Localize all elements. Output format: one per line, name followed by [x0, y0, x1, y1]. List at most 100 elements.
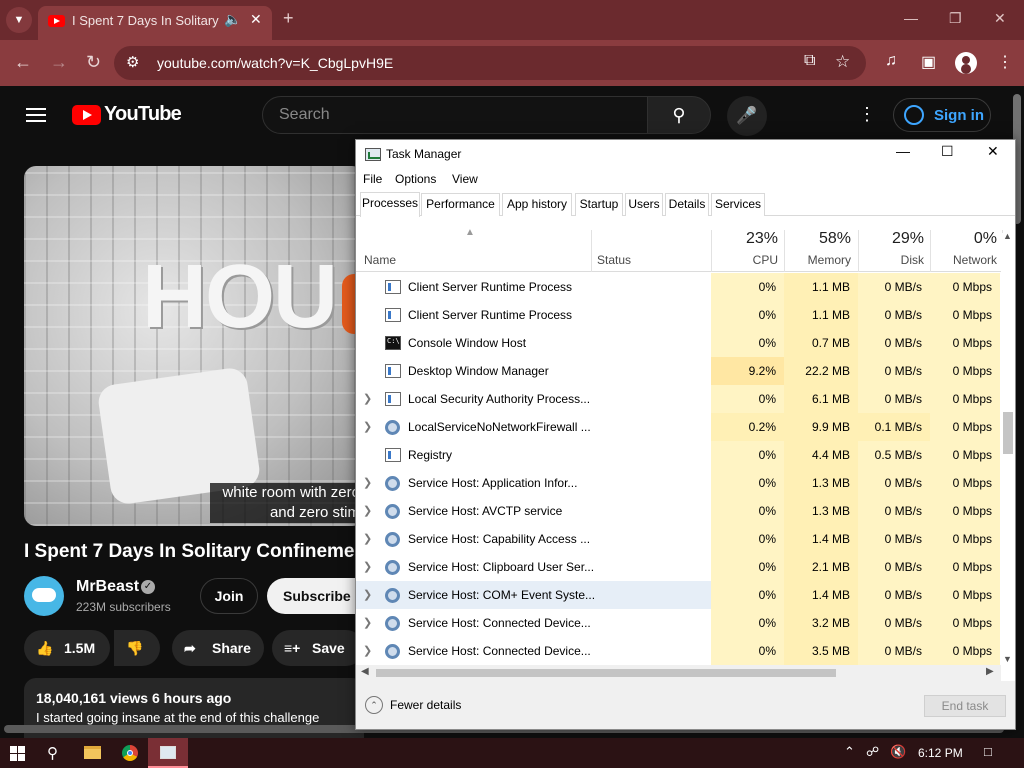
- tab-services[interactable]: Services: [711, 193, 765, 216]
- menu-options[interactable]: Options: [395, 172, 436, 186]
- expand-chevron-icon[interactable]: ❯: [363, 588, 372, 601]
- col-cpu-header[interactable]: CPU: [712, 253, 778, 267]
- hscrollbar-thumb[interactable]: [376, 669, 836, 677]
- profile-avatar-icon[interactable]: [955, 52, 977, 74]
- tab-details[interactable]: Details: [665, 193, 709, 216]
- chrome-menu-icon[interactable]: ⋮: [997, 52, 1013, 72]
- side-panel-icon[interactable]: ▣: [921, 52, 936, 72]
- expand-chevron-icon[interactable]: ❯: [363, 532, 372, 545]
- share-button[interactable]: ➦ Share: [172, 630, 264, 666]
- subscribe-button[interactable]: Subscribe: [267, 578, 367, 614]
- dislike-button[interactable]: 👎: [114, 630, 160, 666]
- end-task-button[interactable]: End task: [924, 695, 1006, 717]
- forward-button[interactable]: →: [50, 52, 68, 73]
- process-list-hscrollbar[interactable]: ◀ ▶: [356, 665, 1001, 681]
- sign-in-button[interactable]: Sign in: [893, 98, 991, 132]
- install-app-icon[interactable]: ⧉: [804, 52, 815, 70]
- network-total-percent[interactable]: 0%: [931, 230, 997, 248]
- tab-app-history[interactable]: App history: [502, 193, 572, 216]
- settings-more-icon[interactable]: ⋮: [858, 104, 876, 125]
- process-row[interactable]: ❯ Service Host: Application Infor... 0% 1.3…: [356, 469, 1000, 497]
- process-row[interactable]: ❯ LocalServiceNoNetworkFirewall ... 0.2% 9.…: [356, 413, 1000, 441]
- tab-performance[interactable]: Performance: [421, 193, 500, 216]
- task-manager-taskbar-icon[interactable]: [148, 738, 188, 768]
- col-disk-header[interactable]: Disk: [859, 253, 924, 267]
- col-memory-header[interactable]: Memory: [785, 253, 851, 267]
- expand-chevron-icon[interactable]: ❯: [363, 560, 372, 573]
- scroll-up-arrow-icon[interactable]: ▲: [1003, 231, 1012, 241]
- expand-chevron-icon[interactable]: ❯: [363, 476, 372, 489]
- close-window-button[interactable]: ✕: [994, 10, 1006, 27]
- notification-center-icon[interactable]: □: [984, 744, 992, 759]
- search-input[interactable]: Search: [262, 96, 648, 134]
- new-tab-button[interactable]: +: [283, 8, 294, 29]
- bookmark-star-icon[interactable]: ☆: [835, 52, 850, 72]
- tm-minimize-button[interactable]: —: [896, 143, 910, 159]
- tab-users[interactable]: Users: [625, 193, 663, 216]
- youtube-logo-icon[interactable]: [72, 105, 101, 125]
- process-row[interactable]: Desktop Window Manager 9.2% 22.2 MB 0 MB/s 0…: [356, 357, 1000, 385]
- memory-total-percent[interactable]: 58%: [785, 230, 851, 248]
- menu-file[interactable]: File: [363, 172, 382, 186]
- scroll-right-arrow-icon[interactable]: ▶: [986, 666, 994, 677]
- process-row[interactable]: ❯ Service Host: Connected Device... 0% 3.2 …: [356, 609, 1000, 637]
- taskbar-search-icon[interactable]: ⚲: [47, 744, 58, 762]
- show-hidden-icons-chevron-icon[interactable]: ⌃: [844, 744, 855, 760]
- hamburger-menu-icon[interactable]: [26, 108, 46, 122]
- process-row[interactable]: ❯ Service Host: Capability Access ... 0% 1.…: [356, 525, 1000, 553]
- fewer-details-link[interactable]: Fewer details: [390, 698, 461, 712]
- expand-chevron-icon[interactable]: ❯: [363, 392, 372, 405]
- process-row[interactable]: Console Window Host 0%0.7 MB0 MB/s0 Mbps: [356, 329, 1000, 357]
- menu-view[interactable]: View: [452, 172, 478, 186]
- taskbar-clock[interactable]: 6:12 PM: [918, 746, 963, 760]
- address-bar[interactable]: ⚙ youtube.com/watch?v=K_CbgLpvH9E ⧉ ☆: [114, 46, 866, 80]
- scroll-left-arrow-icon[interactable]: ◀: [361, 666, 369, 677]
- tm-maximize-button[interactable]: ☐: [941, 143, 954, 160]
- process-row[interactable]: Client Server Runtime Process 0% 1.1 MB 0 M…: [356, 301, 1000, 329]
- cpu-total-percent[interactable]: 23%: [712, 230, 778, 248]
- col-name-header[interactable]: Name: [364, 253, 396, 267]
- process-row[interactable]: Registry 0% 4.4 MB 0.5 MB/s 0 Mbps: [356, 441, 1000, 469]
- save-button[interactable]: ≡+ Save: [272, 630, 364, 666]
- process-row[interactable]: Client Server Runtime Process 0% 1.1 MB 0 M…: [356, 273, 1000, 301]
- scrollbar-thumb[interactable]: [1003, 412, 1013, 454]
- like-button[interactable]: 👍 1.5M: [24, 630, 110, 666]
- process-row[interactable]: ❯ Service Host: COM+ Event Syste... 0% 1.4 …: [356, 581, 1000, 609]
- site-info-icon[interactable]: ⚙: [126, 53, 139, 71]
- process-row[interactable]: ❯ Service Host: Connected Device... 0% 3.5 …: [356, 637, 1000, 665]
- network-icon[interactable]: ☍: [866, 744, 879, 760]
- process-row[interactable]: ❯ Service Host: AVCTP service 0% 1.3 MB 0 MB…: [356, 497, 1000, 525]
- column-divider[interactable]: [591, 230, 592, 272]
- audio-playing-icon[interactable]: 🔈: [224, 11, 241, 28]
- tab-search-button[interactable]: ▼: [6, 7, 32, 33]
- back-button[interactable]: ←: [14, 52, 32, 73]
- channel-name[interactable]: MrBeast: [76, 578, 139, 596]
- expand-chevron-icon[interactable]: ❯: [363, 504, 372, 517]
- scroll-down-arrow-icon[interactable]: ▼: [1003, 654, 1012, 664]
- col-status-header[interactable]: Status: [597, 253, 631, 267]
- process-row[interactable]: ❯ Local Security Authority Process... 0% 6.…: [356, 385, 1000, 413]
- disk-total-percent[interactable]: 29%: [859, 230, 924, 248]
- windows-start-icon[interactable]: [10, 746, 25, 761]
- voice-search-button[interactable]: 🎤: [727, 96, 767, 136]
- col-network-header[interactable]: Network: [931, 253, 997, 267]
- restore-window-button[interactable]: ❐: [949, 10, 962, 27]
- search-button[interactable]: ⚲: [647, 96, 711, 134]
- tab-startup[interactable]: Startup: [575, 193, 623, 216]
- browser-tab-active[interactable]: I Spent 7 Days In Solitary Co 🔈 ✕: [38, 6, 272, 40]
- expand-chevron-icon[interactable]: ❯: [363, 616, 372, 629]
- tab-processes[interactable]: Processes: [360, 192, 420, 217]
- chevron-up-circle-icon[interactable]: ⌃: [365, 696, 383, 714]
- expand-chevron-icon[interactable]: ❯: [363, 420, 372, 433]
- channel-avatar[interactable]: [24, 576, 64, 616]
- volume-muted-icon[interactable]: 🔇: [890, 744, 906, 760]
- tm-close-button[interactable]: ✕: [987, 143, 999, 160]
- reload-button[interactable]: ↻: [86, 52, 101, 73]
- tab-close-icon[interactable]: ✕: [250, 11, 262, 28]
- expand-chevron-icon[interactable]: ❯: [363, 644, 372, 657]
- video-player[interactable]: HOU: [24, 166, 364, 526]
- minimize-window-button[interactable]: —: [904, 10, 918, 26]
- join-button[interactable]: Join: [200, 578, 258, 614]
- process-list-vscrollbar[interactable]: ▲ ▼: [1001, 231, 1015, 667]
- chrome-taskbar-icon[interactable]: [110, 738, 150, 768]
